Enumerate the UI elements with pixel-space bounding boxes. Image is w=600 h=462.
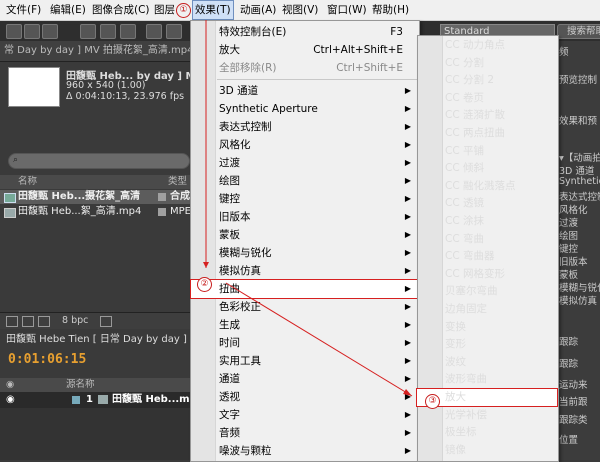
arrow-head-2 (403, 389, 412, 396)
annotation-arrows (203, 20, 413, 397)
arrow-head-1 (203, 262, 209, 268)
arrow-line-2 (225, 282, 413, 397)
